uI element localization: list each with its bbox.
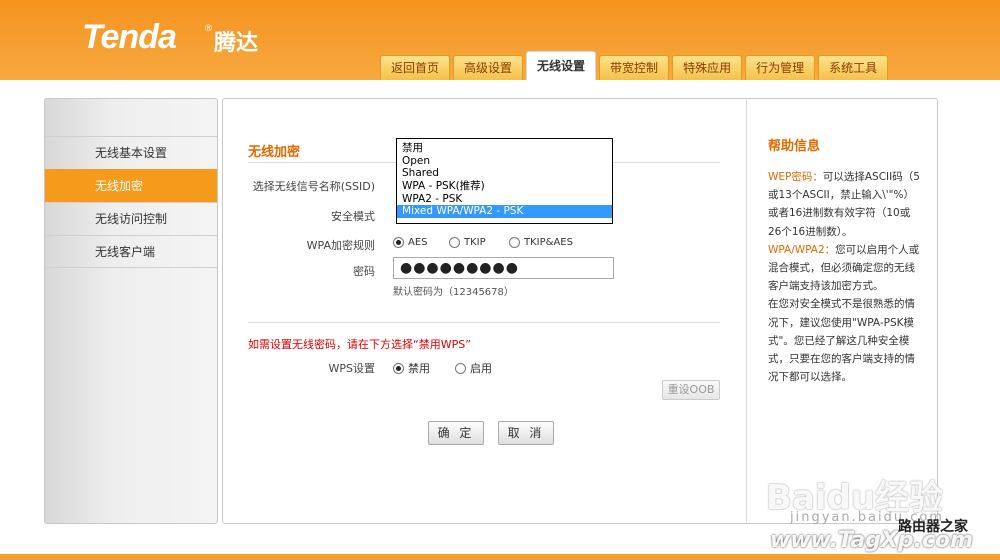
tab-system-tools[interactable]: 系统工具: [818, 55, 889, 80]
tab-advanced[interactable]: 高级设置: [453, 55, 524, 80]
dropdown-option-disable[interactable]: 禁用: [397, 142, 612, 155]
help-text: WEP密码：可以选择ASCII码（5或13个ASCII，禁止输入\'"%）或者1…: [768, 168, 920, 386]
wps-label: WPS设置: [328, 362, 376, 375]
tab-bandwidth[interactable]: 带宽控制: [599, 55, 670, 80]
sidebar-menu: 无线基本设置 无线加密 无线访问控制 无线客户端: [45, 136, 217, 268]
sidebar-item-clients[interactable]: 无线客户端: [45, 235, 217, 268]
sidebar: 无线基本设置 无线加密 无线访问控制 无线客户端: [44, 98, 218, 524]
reset-oob-button[interactable]: 重设OOB: [662, 380, 720, 400]
wps-note: 如需设置无线密码，请在下方选择“禁用WPS”: [248, 338, 471, 351]
tab-home[interactable]: 返回首页: [380, 55, 451, 80]
radio-checked-icon: [393, 362, 404, 374]
password-input[interactable]: ●●●●●●●●●: [393, 257, 614, 279]
top-nav-tabs: 返回首页 高级设置 无线设置 带宽控制 特殊应用 行为管理 系统工具: [380, 51, 889, 80]
radio-unchecked-icon: [455, 362, 466, 374]
dropdown-option-wpa-psk[interactable]: WPA - PSK(推荐): [397, 180, 612, 193]
security-mode-dropdown-list[interactable]: 禁用 Open Shared WPA - PSK(推荐) WPA2 - PSK …: [396, 138, 613, 224]
help-divider: [746, 100, 747, 522]
radio-unchecked-icon: [509, 237, 520, 248]
help-title: 帮助信息: [768, 139, 821, 154]
header-bar: Tenda ® 腾达 返回首页 高级设置 无线设置 带宽控制 特殊应用 行为管理…: [0, 0, 1000, 80]
dropdown-option-wpa2-psk[interactable]: WPA2 - PSK: [397, 193, 612, 206]
wps-group: 禁用 启用: [393, 360, 492, 376]
security-mode-label: 安全模式: [331, 210, 375, 223]
help-advice: 在您对安全模式不是很熟悉的情况下，建议您使用"WPA-PSK模式"。您已经了解这…: [768, 298, 915, 384]
wpa-cipher-label: WPA加密规则: [306, 239, 375, 252]
site-watermark-url: www.TagXp.com: [770, 528, 974, 553]
bottom-bar: [0, 554, 1000, 560]
help-wep-key: WEP密码：: [768, 171, 823, 183]
radio-checked-icon: [393, 237, 404, 248]
sidebar-item-encryption[interactable]: 无线加密: [45, 169, 217, 202]
wpa-option-tkip-aes[interactable]: TKIP&AES: [509, 237, 573, 248]
tenda-logo-cn: 腾达: [214, 31, 259, 56]
tab-behavior[interactable]: 行为管理: [745, 55, 816, 80]
dropdown-option-shared[interactable]: Shared: [397, 167, 612, 180]
wps-divider: [248, 322, 720, 323]
dropdown-option-mixed[interactable]: Mixed WPA/WPA2 - PSK: [397, 205, 612, 219]
wpa-option-aes[interactable]: AES: [393, 237, 449, 248]
help-wpa-key: WPA/WPA2：: [768, 243, 836, 256]
sidebar-item-access-control[interactable]: 无线访问控制: [45, 202, 217, 235]
tab-wireless[interactable]: 无线设置: [526, 51, 597, 80]
password-label: 密码: [353, 265, 375, 278]
wpa-cipher-group: AES TKIP TKIP&AES: [393, 237, 573, 248]
tab-special[interactable]: 特殊应用: [672, 55, 743, 80]
wps-option-enable[interactable]: 启用: [455, 360, 492, 376]
dropdown-option-open[interactable]: Open: [397, 155, 612, 168]
radio-unchecked-icon: [449, 237, 460, 248]
wps-option-disable[interactable]: 禁用: [393, 360, 455, 376]
ok-button[interactable]: 确 定: [428, 421, 484, 445]
ssid-label: 选择无线信号名称(SSID): [252, 180, 375, 193]
password-hint: 默认密码为（12345678）: [393, 287, 514, 298]
registered-mark: ®: [204, 24, 213, 34]
wpa-option-tkip[interactable]: TKIP: [449, 237, 509, 248]
cancel-button[interactable]: 取 消: [498, 421, 554, 445]
sidebar-item-basic-settings[interactable]: 无线基本设置: [45, 136, 217, 169]
section-title: 无线加密: [248, 145, 301, 160]
tenda-logo: Tenda: [82, 18, 177, 56]
